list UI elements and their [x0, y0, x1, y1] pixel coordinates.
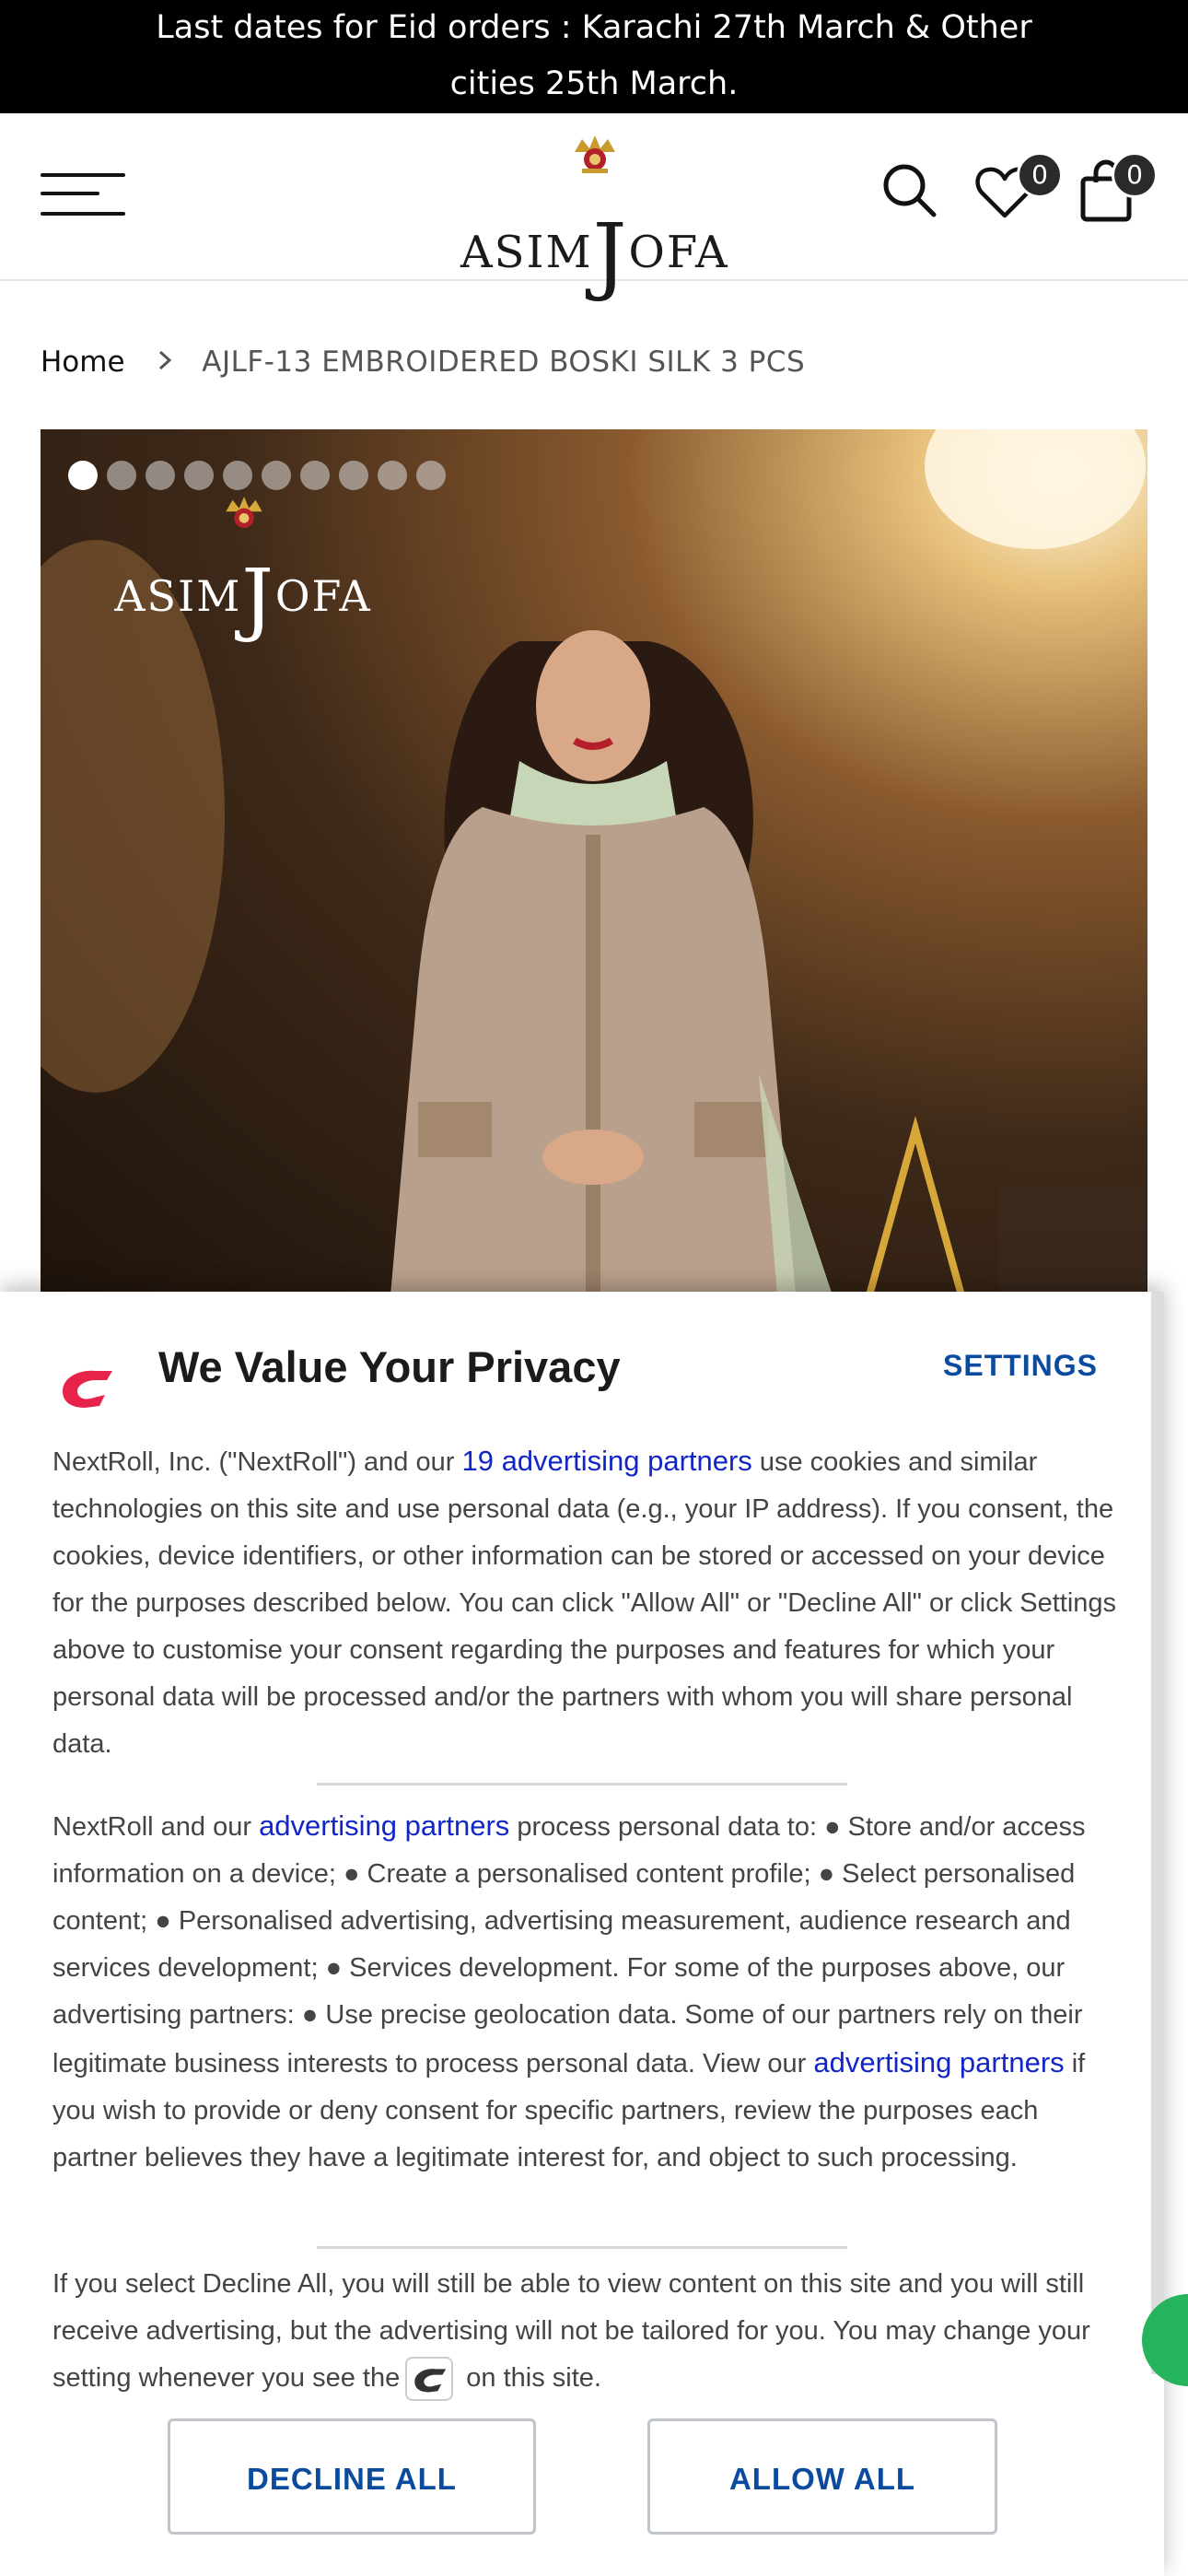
menu-icon[interactable]	[41, 173, 125, 219]
slide-dot[interactable]	[107, 461, 136, 490]
wishlist-count-badge: 0	[1017, 152, 1063, 198]
slide-dot[interactable]	[416, 461, 446, 490]
settings-button[interactable]: SETTINGS	[943, 1349, 1098, 1383]
image-brand-logo: ASIMJOFA	[105, 494, 381, 645]
chevron-right-icon	[157, 345, 172, 379]
image-logo-wordmark: ASIMJOFA	[114, 553, 372, 645]
advertising-partners-link[interactable]: advertising partners	[259, 1809, 509, 1842]
divider	[317, 2246, 847, 2249]
advertising-partners-link[interactable]: 19 advertising partners	[461, 1445, 751, 1477]
breadcrumb: Home AJLF-13 EMBROIDERED BOSKI SILK 3 PC…	[41, 345, 805, 379]
nextroll-small-logo-icon[interactable]	[405, 2357, 454, 2402]
decline-all-button[interactable]: DECLINE ALL	[168, 2418, 536, 2535]
privacy-paragraph-1: NextRoll, Inc. ("NextRoll") and our 19 a…	[52, 1445, 1117, 1759]
crown-crest-icon	[226, 497, 262, 529]
privacy-consent-modal: We Value Your Privacy SETTINGS NextRoll,…	[0, 1292, 1164, 2576]
slide-dot[interactable]	[146, 461, 175, 490]
divider	[317, 1783, 847, 1786]
privacy-title: We Value Your Privacy	[158, 1342, 621, 1391]
slide-dot[interactable]	[378, 461, 407, 490]
announcement-bar: Last dates for Eid orders : Karachi 27th…	[0, 0, 1188, 113]
privacy-paragraph-3: If you select Decline All, you will stil…	[52, 2261, 1121, 2402]
announcement-line-2: cities 25th March.	[449, 65, 739, 102]
crown-crest-icon	[575, 135, 615, 173]
modal-scrollbar[interactable]	[1151, 1292, 1164, 2374]
slide-dot[interactable]	[223, 461, 252, 490]
search-icon[interactable]	[880, 161, 938, 218]
breadcrumb-current: AJLF-13 EMBROIDERED BOSKI SILK 3 PCS	[202, 345, 806, 379]
privacy-paragraph-2: NextRoll and our advertising partners pr…	[52, 1809, 1086, 2172]
slide-indicators	[68, 461, 446, 490]
breadcrumb-home-link[interactable]: Home	[41, 345, 125, 379]
nextroll-logo-icon	[63, 1370, 112, 1408]
cart-count-badge: 0	[1112, 152, 1158, 198]
slide-dot[interactable]	[184, 461, 214, 490]
slide-dot[interactable]	[262, 461, 291, 490]
slide-dot[interactable]	[68, 461, 98, 490]
slide-dot[interactable]	[300, 461, 330, 490]
logo-wordmark: ASIMJOFA	[460, 205, 729, 304]
brand-logo[interactable]: ASIMJOFA	[460, 132, 728, 304]
allow-all-button[interactable]: ALLOW ALL	[647, 2418, 997, 2535]
slide-dot[interactable]	[339, 461, 368, 490]
announcement-line-1: Last dates for Eid orders : Karachi 27th…	[156, 9, 1032, 46]
advertising-partners-link-2[interactable]: advertising partners	[813, 2046, 1064, 2078]
product-image[interactable]: ASIMJOFA	[41, 429, 1147, 1295]
